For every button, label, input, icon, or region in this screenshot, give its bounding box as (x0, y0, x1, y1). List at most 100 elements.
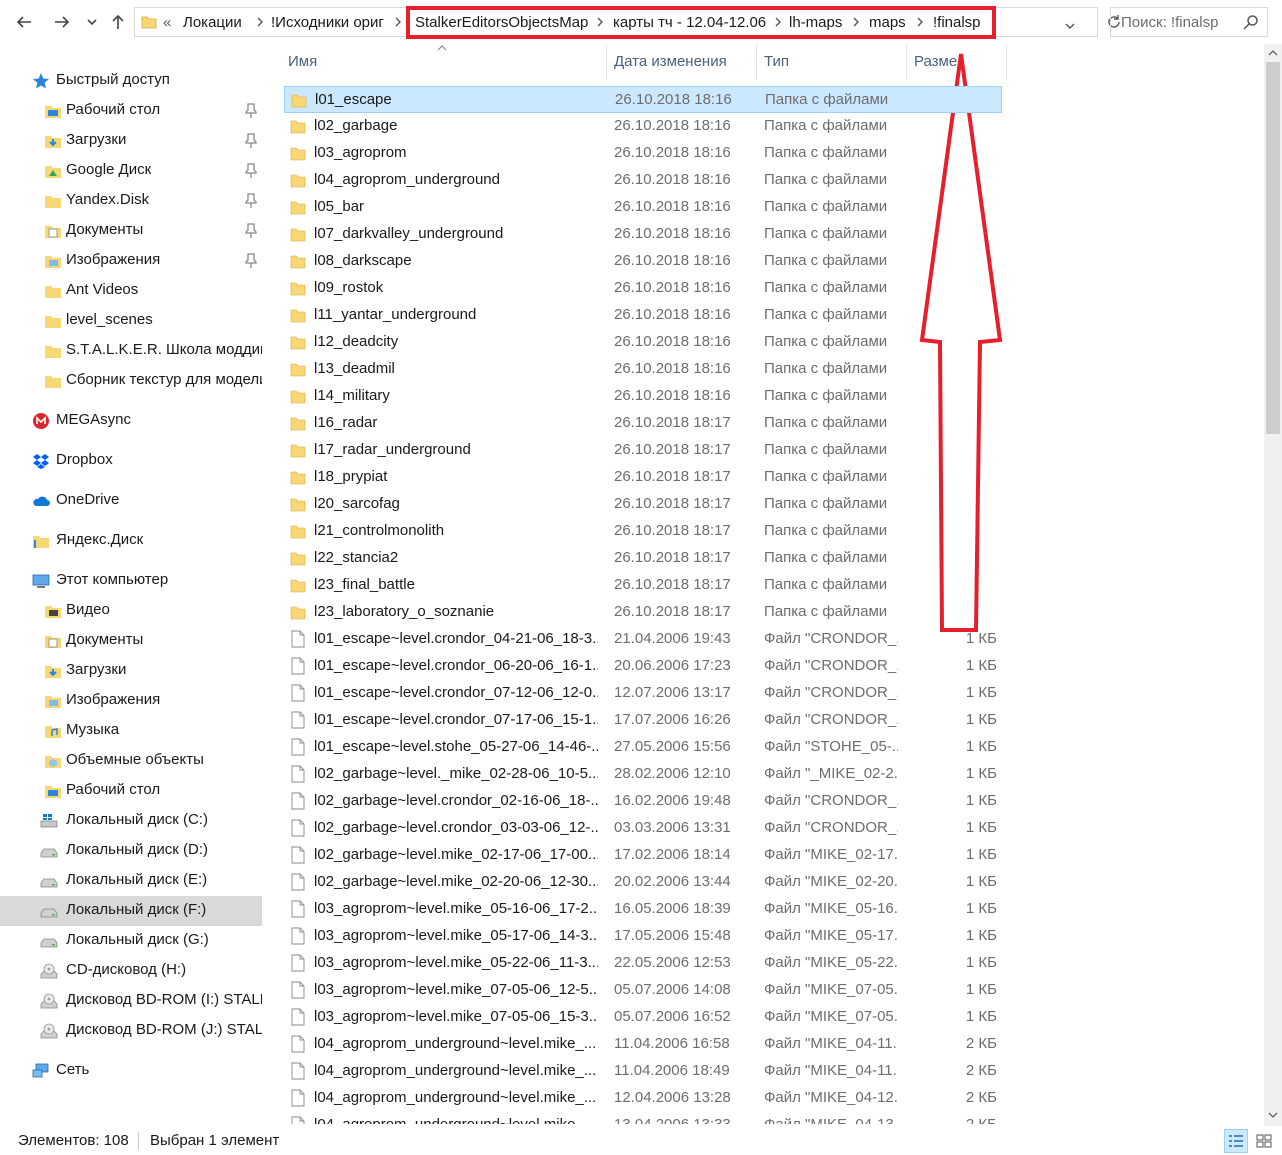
up-button[interactable] (104, 8, 132, 36)
sidebar-item-megasync[interactable]: MEGAsync (0, 406, 262, 436)
folder-row[interactable]: l05_bar 26.10.2018 18:16 Папка с файлами (284, 194, 1002, 221)
file-row[interactable]: l03_agroprom~level.mike_05-22-06_11-3...… (284, 950, 1002, 977)
sidebar-item-ant-videos[interactable]: Ant Videos (0, 276, 262, 306)
folder-row[interactable]: l04_agroprom_underground 26.10.2018 18:16… (284, 167, 1002, 194)
sidebar-item-drive-d[interactable]: Локальный диск (D:) (0, 836, 262, 866)
sidebar-item-downloads[interactable]: Загрузки (0, 126, 262, 156)
folder-row[interactable]: l21_controlmonolith 26.10.2018 18:17 Папка… (284, 518, 1002, 545)
sidebar-item-pc-pictures[interactable]: Изображения (0, 686, 262, 716)
sidebar-item-3d-objects[interactable]: Объемные объекты (0, 746, 262, 776)
folder-row[interactable]: l08_darkscape 26.10.2018 18:16 Папка с фай… (284, 248, 1002, 275)
sidebar-item-textures[interactable]: Сборник текстур для моделинга (0, 366, 262, 396)
file-row[interactable]: l01_escape~level.crondor_07-17-06_15-1..… (284, 707, 1002, 734)
sidebar-item-yandex-disk-root[interactable]: Яндекс.Диск (0, 526, 262, 556)
sidebar-item-pc-documents[interactable]: Документы (0, 626, 262, 656)
column-header-type[interactable]: Тип (764, 53, 789, 70)
folder-row[interactable]: l02_garbage 26.10.2018 18:16 Папка с файла… (284, 113, 1002, 140)
pin-icon[interactable] (244, 223, 258, 239)
column-divider[interactable] (1006, 44, 1007, 80)
file-row[interactable]: l04_agroprom_underground~level.mike_... 1… (284, 1031, 1002, 1058)
recent-locations-button[interactable] (80, 8, 104, 36)
sidebar-item-drive-e[interactable]: Локальный диск (E:) (0, 866, 262, 896)
pin-icon[interactable] (244, 103, 258, 119)
folder-row[interactable]: l16_radar 26.10.2018 18:17 Папка с файлами (284, 410, 1002, 437)
sidebar-item-drive-c[interactable]: Локальный диск (C:) (0, 806, 262, 836)
pin-icon[interactable] (244, 253, 258, 269)
file-row[interactable]: l02_garbage~level.mike_02-20-06_12-30...… (284, 869, 1002, 896)
folder-row[interactable]: l11_yantar_underground 26.10.2018 18:16 Па… (284, 302, 1002, 329)
sidebar-item-bd-drive-j[interactable]: Дисковод BD-ROM (J:) STALKER (0, 1016, 262, 1046)
sidebar-item-this-pc[interactable]: Этот компьютер (0, 566, 262, 596)
sidebar-item-bd-drive-i[interactable]: Дисковод BD-ROM (I:) STALKER (0, 986, 262, 1016)
sidebar-item-desktop[interactable]: Рабочий стол (0, 96, 262, 126)
file-row[interactable]: l01_escape~level.crondor_06-20-06_16-1..… (284, 653, 1002, 680)
sidebar-item-pc-downloads[interactable]: Загрузки (0, 656, 262, 686)
sidebar-item-drive-f[interactable]: Локальный диск (F:) (0, 896, 262, 926)
breadcrumb-item[interactable]: !Исходники ориг (271, 14, 384, 31)
file-row[interactable]: l03_agroprom~level.mike_05-17-06_14-3...… (284, 923, 1002, 950)
sidebar-item-cd-drive-h[interactable]: CD-дисковод (H:) (0, 956, 262, 986)
file-row[interactable]: l03_agroprom~level.mike_07-05-06_12-5...… (284, 977, 1002, 1004)
search-input[interactable]: Поиск: !finalsp (1110, 7, 1268, 37)
scroll-down-icon[interactable] (1268, 1110, 1278, 1120)
sidebar-item-pc-desktop[interactable]: Рабочий стол (0, 776, 262, 806)
folder-row[interactable]: l13_deadmil 26.10.2018 18:16 Папка с файла… (284, 356, 1002, 383)
folder-row[interactable]: l23_final_battle 26.10.2018 18:17 Папка с … (284, 572, 1002, 599)
file-row[interactable]: l03_agroprom~level.mike_05-16-06_17-2...… (284, 896, 1002, 923)
column-divider[interactable] (906, 44, 907, 80)
column-header-name[interactable]: Имя (288, 53, 317, 70)
folder-row[interactable]: l09_rostok 26.10.2018 18:16 Папка с файлам… (284, 275, 1002, 302)
scrollbar-thumb[interactable] (1266, 62, 1280, 434)
folder-row[interactable]: l18_prypiat 26.10.2018 18:17 Папка с файла… (284, 464, 1002, 491)
sidebar-item-quick-access[interactable]: Быстрый доступ (0, 66, 262, 96)
vertical-scrollbar[interactable] (1264, 44, 1282, 1126)
folder-row[interactable]: l20_sarcofag 26.10.2018 18:17 Папка с файл… (284, 491, 1002, 518)
sidebar-item-videos[interactable]: Видео (0, 596, 262, 626)
file-row[interactable]: l02_garbage~level.mike_02-17-06_17-00...… (284, 842, 1002, 869)
file-row[interactable]: l02_garbage~level._mike_02-28-06_10-5...… (284, 761, 1002, 788)
pin-icon[interactable] (244, 193, 258, 209)
forward-button[interactable] (48, 8, 76, 36)
address-dropdown-icon[interactable] (1065, 18, 1075, 32)
back-button[interactable] (10, 8, 38, 36)
scroll-up-icon[interactable] (1268, 48, 1278, 58)
folder-row[interactable]: l12_deadcity 26.10.2018 18:16 Папка с файл… (284, 329, 1002, 356)
breadcrumb-separator-icon[interactable] (393, 15, 403, 29)
folder-row[interactable]: l07_darkvalley_underground 26.10.2018 18:… (284, 221, 1002, 248)
sidebar-item-yandex-disk[interactable]: Yandex.Disk (0, 186, 262, 216)
column-divider[interactable] (756, 44, 757, 80)
sidebar-item-stalker-school[interactable]: S.T.A.L.K.E.R. Школа моддинга (0, 336, 262, 366)
file-row[interactable]: l01_escape~level.stohe_05-27-06_14-46-..… (284, 734, 1002, 761)
file-row[interactable]: l02_garbage~level.crondor_02-16-06_18-..… (284, 788, 1002, 815)
file-row[interactable]: l01_escape~level.crondor_07-12-06_12-0..… (284, 680, 1002, 707)
sidebar-item-pictures[interactable]: Изображения (0, 246, 262, 276)
file-row[interactable]: l01_escape~level.crondor_04-21-06_18-3..… (284, 626, 1002, 653)
file-row[interactable]: l04_agroprom_underground~level.mike_... 1… (284, 1112, 1002, 1124)
sidebar-item-level-scenes[interactable]: level_scenes (0, 306, 262, 336)
file-row[interactable]: l03_agroprom~level.mike_07-05-06_15-3...… (284, 1004, 1002, 1031)
folder-row[interactable]: l03_agroprom 26.10.2018 18:16 Папка с файл… (284, 140, 1002, 167)
details-view-button[interactable] (1224, 1129, 1248, 1153)
column-header-size[interactable]: Разме (914, 53, 957, 70)
sidebar-item-network[interactable]: Сеть (0, 1056, 262, 1086)
sidebar-item-music[interactable]: Музыка (0, 716, 262, 746)
breadcrumb-item[interactable]: Локации (183, 14, 242, 31)
folder-row[interactable]: l22_stancia2 26.10.2018 18:17 Папка с файл… (284, 545, 1002, 572)
breadcrumb-overflow[interactable]: « (163, 14, 171, 31)
sidebar-item-onedrive[interactable]: OneDrive (0, 486, 262, 516)
folder-row[interactable]: l17_radar_underground 26.10.2018 18:17 Пап… (284, 437, 1002, 464)
sidebar-item-google-drive[interactable]: Google Диск (0, 156, 262, 186)
tiles-view-button[interactable] (1252, 1129, 1276, 1153)
file-row[interactable]: l04_agroprom_underground~level.mike_... 1… (284, 1058, 1002, 1085)
pin-icon[interactable] (244, 133, 258, 149)
sidebar-item-dropbox[interactable]: Dropbox (0, 446, 262, 476)
sidebar-item-documents[interactable]: Документы (0, 216, 262, 246)
folder-row[interactable]: l14_military 26.10.2018 18:16 Папка с файл… (284, 383, 1002, 410)
breadcrumb-separator-icon[interactable] (255, 15, 265, 29)
folder-row[interactable]: l01_escape 26.10.2018 18:16 Папка с файлам… (284, 86, 1002, 113)
pin-icon[interactable] (244, 163, 258, 179)
column-divider[interactable] (606, 44, 607, 80)
file-row[interactable]: l04_agroprom_underground~level.mike_... 1… (284, 1085, 1002, 1112)
column-header-date[interactable]: Дата изменения (614, 53, 727, 70)
sidebar-item-drive-g[interactable]: Локальный диск (G:) (0, 926, 262, 956)
